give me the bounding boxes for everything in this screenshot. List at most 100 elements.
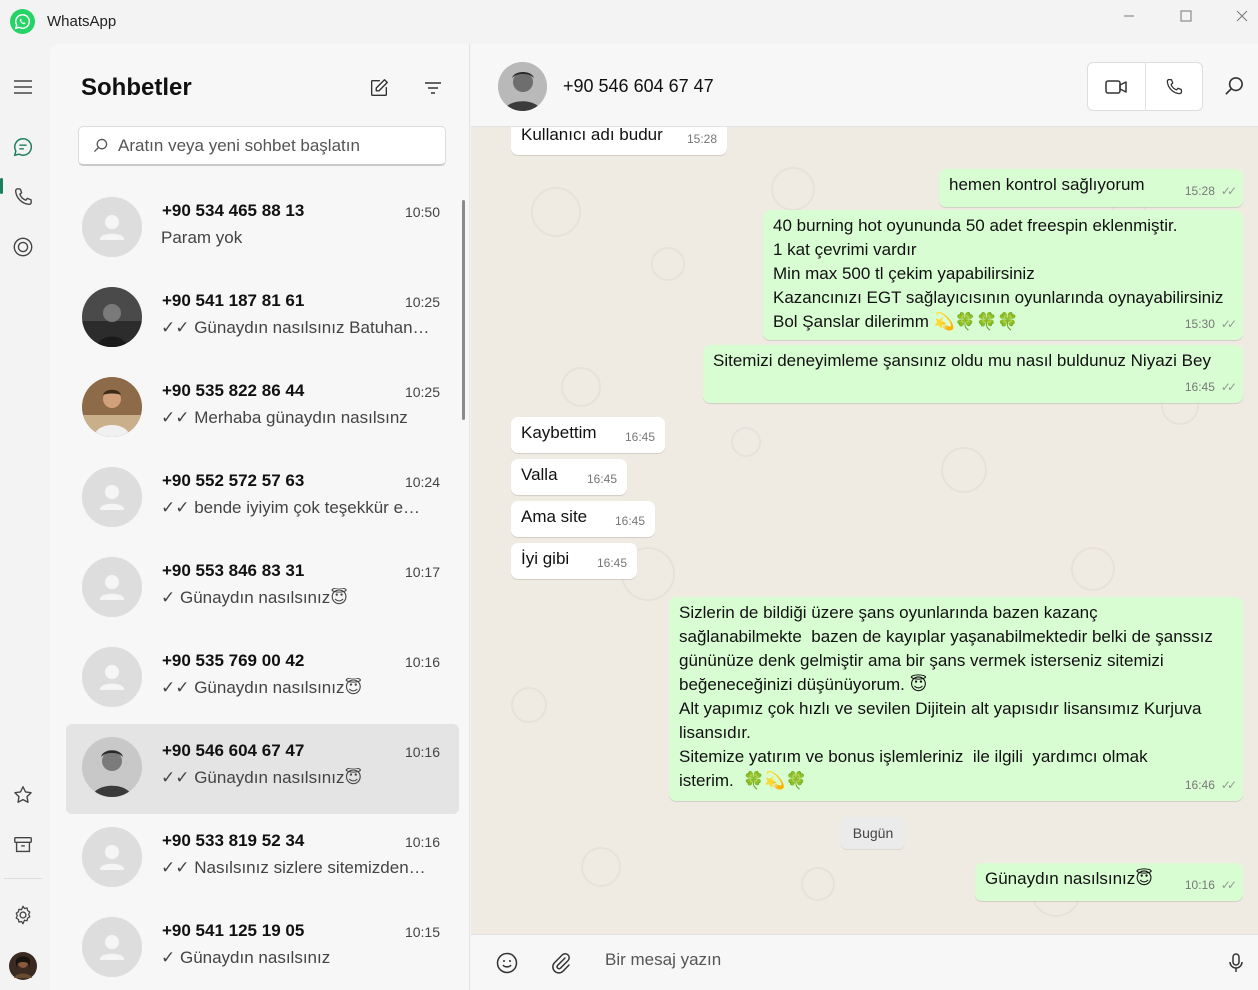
contact-name[interactable]: +90 546 604 67 47 bbox=[563, 76, 714, 97]
chat-list-panel: Sohbetler +90 534 465 88 13 10:50 Param yo… bbox=[50, 44, 470, 990]
chats-icon[interactable] bbox=[4, 128, 42, 166]
outgoing-message[interactable]: Günaydın nasılsınız😇 10:16 ✓✓ bbox=[975, 863, 1243, 901]
outgoing-message[interactable]: hemen kontrol sağlıyorum 15:28 ✓✓ bbox=[939, 169, 1243, 207]
chat-preview: ✓✓ Günaydın nasılsınız Batuhan … bbox=[161, 318, 431, 337]
chat-list-item[interactable]: +90 553 846 83 31 10:17 ✓ Günaydın nasılsı… bbox=[66, 544, 459, 634]
outgoing-message[interactable]: Sizlerin de bildiği üzere şans oyunların… bbox=[669, 597, 1243, 801]
voice-call-button[interactable] bbox=[1145, 63, 1202, 110]
chat-preview: ✓✓ Günaydın nasılsınız😇 bbox=[161, 678, 363, 697]
status-icon[interactable] bbox=[4, 228, 42, 266]
rail-divider bbox=[4, 878, 42, 879]
emoji-icon[interactable] bbox=[495, 951, 519, 975]
chat-list-item[interactable]: +90 534 465 88 13 10:50 Param yok bbox=[66, 184, 459, 274]
star-icon[interactable] bbox=[4, 776, 42, 814]
read-receipt-icon: ✓✓ bbox=[1220, 380, 1237, 394]
outgoing-message[interactable]: 40 burning hot oyununda 50 adet freespin… bbox=[763, 210, 1243, 340]
microphone-icon[interactable] bbox=[1224, 951, 1248, 975]
message-text: Sizlerin de bildiği üzere şans oyunların… bbox=[679, 603, 1213, 790]
chat-list-item[interactable]: +90 533 819 52 34 10:16 ✓✓ Nasılsınız sizl… bbox=[66, 814, 459, 904]
chat-name: +90 541 125 19 05 bbox=[162, 921, 305, 940]
incoming-message[interactable]: Kullanıcı adı budur 15:28 bbox=[511, 127, 727, 155]
chat-list-item[interactable]: +90 535 822 86 44 10:25 ✓✓ Merhaba günaydı… bbox=[66, 364, 459, 454]
window-title: WhatsApp bbox=[47, 13, 117, 30]
message-meta: 16:45 bbox=[597, 551, 627, 575]
message-time: 16:45 bbox=[614, 514, 645, 528]
message-time: 15:30 bbox=[1184, 317, 1215, 331]
whatsapp-logo-icon bbox=[10, 9, 35, 34]
conversation-search-icon[interactable] bbox=[1224, 76, 1246, 98]
new-chat-icon[interactable] bbox=[365, 74, 393, 102]
chat-avatar bbox=[82, 377, 142, 437]
archive-icon[interactable] bbox=[4, 826, 42, 864]
active-indicator bbox=[0, 178, 3, 194]
profile-avatar[interactable] bbox=[4, 947, 42, 985]
menu-icon[interactable] bbox=[4, 68, 42, 106]
chat-time: 10:24 bbox=[404, 474, 440, 490]
chat-list-item[interactable]: +90 535 769 00 42 10:16 ✓✓ Günaydın nasıls… bbox=[66, 634, 459, 724]
message-meta: 15:30 ✓✓ bbox=[1184, 312, 1237, 336]
maximize-button[interactable] bbox=[1166, 4, 1206, 28]
message-meta: 15:28 bbox=[687, 127, 717, 151]
contact-avatar[interactable] bbox=[498, 62, 547, 111]
message-time: 16:45 bbox=[586, 472, 617, 486]
message-time: 16:45 bbox=[596, 556, 627, 570]
wallpaper-doodle bbox=[941, 447, 987, 493]
incoming-message[interactable]: İyi gibi 16:45 bbox=[511, 543, 637, 579]
chat-name: +90 552 572 57 63 bbox=[162, 471, 305, 490]
chat-preview: ✓ Günaydın nasılsınız bbox=[161, 948, 331, 967]
filter-icon[interactable] bbox=[419, 74, 447, 102]
read-receipt-icon: ✓✓ bbox=[1220, 317, 1237, 331]
message-meta: 16:45 bbox=[615, 509, 645, 533]
chat-avatar bbox=[82, 737, 142, 797]
chat-list-item[interactable]: +90 552 572 57 63 10:24 ✓✓ bende iyiyim ço… bbox=[66, 454, 459, 544]
calls-icon[interactable] bbox=[4, 178, 42, 216]
incoming-message[interactable]: Ama site 16:45 bbox=[511, 501, 655, 537]
message-time: 16:45 bbox=[1184, 380, 1215, 394]
chat-name: +90 535 822 86 44 bbox=[162, 381, 305, 400]
chat-list-item[interactable]: +90 546 604 67 47 10:16 ✓✓ Günaydın nasıls… bbox=[66, 724, 459, 814]
chat-avatar bbox=[82, 287, 142, 347]
chat-list-scrollbar[interactable] bbox=[462, 200, 465, 420]
wallpaper-doodle bbox=[561, 367, 601, 407]
message-text: 40 burning hot oyununda 50 adet freespin… bbox=[773, 216, 1224, 331]
wallpaper-doodle bbox=[731, 427, 761, 457]
message-time: 10:16 bbox=[1184, 878, 1215, 892]
chat-name: +90 553 846 83 31 bbox=[162, 561, 305, 580]
message-area[interactable]: Bugün Kullanıcı adı budur 15:28 hemen kont… bbox=[471, 127, 1258, 934]
chat-avatar bbox=[82, 827, 142, 887]
incoming-message[interactable]: Valla 16:45 bbox=[511, 459, 627, 495]
chat-name: +90 533 819 52 34 bbox=[162, 831, 305, 850]
search-input[interactable] bbox=[118, 135, 438, 156]
message-time: 15:28 bbox=[686, 132, 717, 146]
chat-name: +90 534 465 88 13 bbox=[162, 201, 305, 220]
search-box bbox=[78, 126, 446, 166]
settings-icon[interactable] bbox=[4, 896, 42, 934]
phone-icon bbox=[1164, 77, 1184, 97]
chat-time: 10:25 bbox=[404, 294, 440, 310]
chat-preview: Param yok bbox=[161, 228, 243, 247]
minimize-button[interactable] bbox=[1109, 4, 1149, 28]
incoming-message[interactable]: Kaybettim 16:45 bbox=[511, 417, 665, 453]
message-input[interactable] bbox=[605, 950, 1165, 970]
message-time: 16:46 bbox=[1184, 778, 1215, 792]
chat-time: 10:17 bbox=[404, 564, 440, 580]
message-meta: 16:46 ✓✓ bbox=[1184, 773, 1237, 797]
attach-icon[interactable] bbox=[549, 951, 573, 975]
read-receipt-icon: ✓✓ bbox=[1220, 778, 1237, 792]
video-call-button[interactable] bbox=[1088, 63, 1145, 110]
chat-list-item[interactable]: +90 541 187 81 61 10:25 ✓✓ Günaydın nasıls… bbox=[66, 274, 459, 364]
chat-avatar bbox=[82, 917, 142, 977]
conversation-pane: +90 546 604 67 47 Bugün Kullanıcı adı bu… bbox=[471, 44, 1258, 990]
message-meta: 16:45 bbox=[587, 467, 617, 491]
message-meta: 16:45 bbox=[625, 425, 655, 449]
chat-time: 10:16 bbox=[404, 654, 440, 670]
chat-list-item[interactable]: +90 541 125 19 05 10:15 ✓ Günaydın nasılsı… bbox=[66, 904, 459, 990]
close-button[interactable] bbox=[1222, 4, 1258, 28]
chat-list: +90 534 465 88 13 10:50 Param yok +90 541 1… bbox=[66, 184, 460, 990]
wallpaper-doodle bbox=[801, 867, 835, 901]
wallpaper-doodle bbox=[531, 187, 581, 237]
call-buttons bbox=[1087, 62, 1203, 111]
search-icon bbox=[93, 138, 108, 153]
message-composer bbox=[471, 934, 1258, 990]
outgoing-message[interactable]: Sitemizi deneyimleme şansınız oldu mu na… bbox=[703, 345, 1243, 403]
